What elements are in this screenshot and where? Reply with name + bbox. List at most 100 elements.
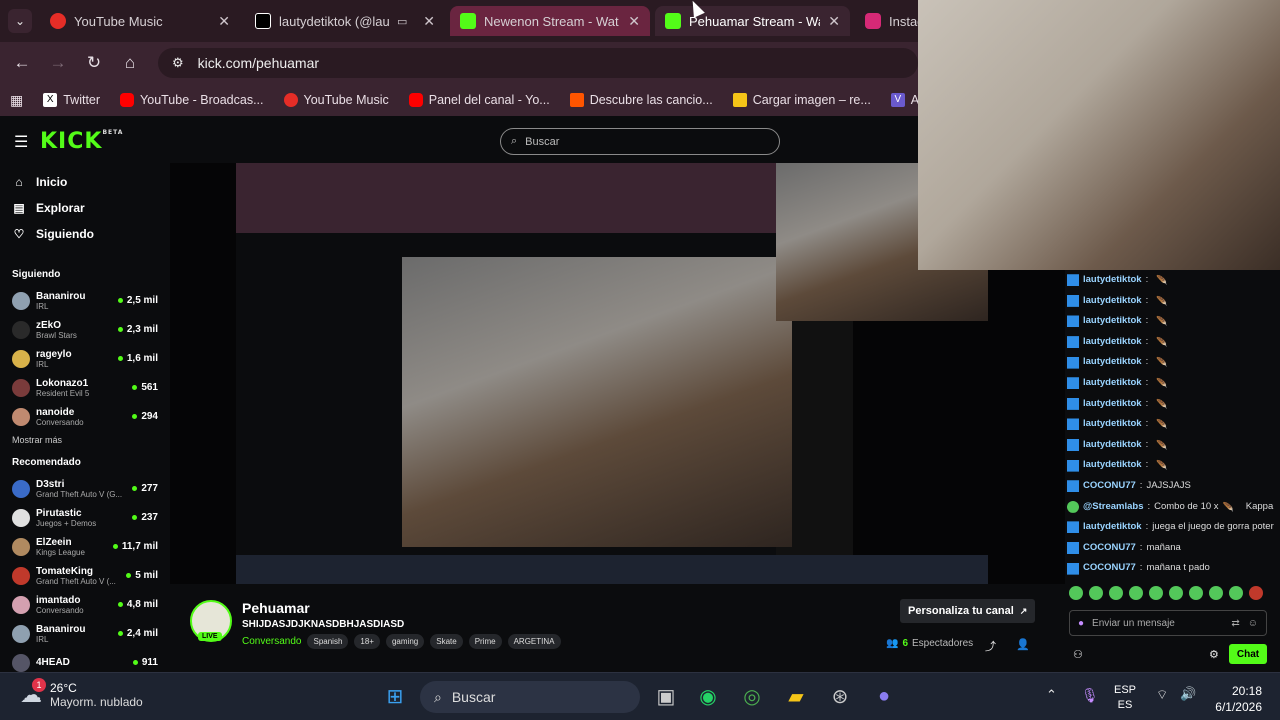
obs-icon[interactable]: ⊛ [825,681,855,711]
sidebar-channel-zeko[interactable]: zEkO Brawl Stars 2,3 mil [0,315,170,344]
sidebar-channel-tomateking[interactable]: TomateKing Grand Theft Auto V (... 5 mil [0,561,170,590]
chat-username[interactable]: lautydetiktok [1083,414,1142,435]
file-explorer-icon[interactable]: ▰ [781,681,811,711]
chat-username[interactable]: @Streamlabs [1083,497,1143,518]
whatsapp-icon[interactable]: ◉ [693,681,723,711]
emoji-icon[interactable]: ☺ [1248,618,1258,629]
volume-icon[interactable]: 🔊 [1180,686,1196,702]
nav-explorar[interactable]: ▤ Explorar [0,195,170,221]
emote-icon[interactable] [1249,586,1263,600]
mic-icon[interactable]: ● [1078,618,1084,629]
bookmark-youtube-music[interactable]: YouTube Music [274,93,399,107]
streamer-name[interactable]: Pehuamar [242,600,310,616]
tag-18[interactable]: 18+ [354,634,380,649]
site-info-icon[interactable]: ⚙ [172,55,184,71]
chat-username[interactable]: lautydetiktok [1083,517,1142,538]
chat-username[interactable]: lautydetiktok [1083,435,1142,456]
emote-icon[interactable] [1149,586,1163,600]
emote-icon[interactable] [1189,586,1203,600]
tab-pehuamar[interactable]: Pehuamar Stream - Watc ✕ [655,6,850,36]
sidebar-channel-nanoide[interactable]: nanoide Conversando 294 [0,402,170,431]
sidebar-channel-lokonazo1[interactable]: Lokonazo1 Resident Evil 5 561 [0,373,170,402]
bookmark-panel-canal[interactable]: Panel del canal - Yo... [399,93,560,107]
emote-icon[interactable] [1209,586,1223,600]
chat-username[interactable]: lautydetiktok [1083,332,1142,353]
emote-icon[interactable] [1229,586,1243,600]
sidebar-channel-pirutastic[interactable]: Pirutastic Juegos + Demos 237 [0,503,170,532]
emote-icon[interactable] [1069,586,1083,600]
windows-start-icon[interactable]: ⊞ [380,681,410,711]
chat-username[interactable]: COCONU77 [1083,538,1136,559]
points-icon[interactable]: ⚇ [1073,648,1083,661]
stream-category[interactable]: Conversando [242,636,301,647]
chrome-icon[interactable]: ◎ [737,681,767,711]
send-chat-button[interactable]: Chat [1229,644,1267,664]
wifi-icon[interactable]: ⌔ [1156,687,1168,703]
close-icon[interactable]: ✕ [218,13,230,30]
language-indicator[interactable]: ESP ES [1114,683,1136,713]
chat-username[interactable]: lautydetiktok [1083,270,1142,291]
chat-username[interactable]: COCONU77 [1083,476,1136,497]
chat-username[interactable]: lautydetiktok [1083,311,1142,332]
sidebar-channel-bananirou[interactable]: Bananirou IRL 2,4 mil [0,619,170,648]
close-icon[interactable]: ✕ [423,13,435,30]
gear-icon[interactable]: ⚙ [1209,648,1219,661]
tag-prime[interactable]: Prime [468,634,502,649]
show-more-link[interactable]: Mostrar más [0,431,170,449]
sidebar-channel-bananirou[interactable]: Bananirou IRL 2,5 mil [0,286,170,315]
close-icon[interactable]: ✕ [628,13,640,30]
tab-instagram[interactable]: Instag [855,6,918,36]
tab-newenon[interactable]: Newenon Stream - Watc ✕ [450,6,650,36]
close-icon[interactable]: ✕ [828,13,840,30]
sidebar-channel-rageylo[interactable]: rageylo IRL 1,6 mil [0,344,170,373]
sidebar-channel-d3stri[interactable]: D3stri Grand Theft Auto V (G... 277 [0,474,170,503]
chevron-up-icon[interactable]: ⌃ [1046,687,1057,703]
tab-tiktok[interactable]: lautydetiktok (@lauty ▭ ✕ [245,6,445,36]
video-frame[interactable] [236,163,988,584]
task-view-icon[interactable]: ▣ [651,681,681,711]
reload-icon[interactable]: ↻ [76,53,112,73]
chat-username[interactable]: lautydetiktok [1083,352,1142,373]
mic-icon[interactable]: 🎙 [1081,687,1099,704]
follow-user-icon[interactable]: 👤 [1016,638,1030,651]
sidebar-channel-elzeein[interactable]: ElZeein Kings League 11,7 mil [0,532,170,561]
emote-icon[interactable] [1089,586,1103,600]
emote-icon[interactable] [1129,586,1143,600]
bookmark-twitter[interactable]: X Twitter [33,93,110,107]
sidebar-channel-imantado[interactable]: imantado Conversando 4,8 mil [0,590,170,619]
customize-channel-button[interactable]: Personaliza tu canal ↗ [900,599,1036,623]
bookmark-youtube-broadcast[interactable]: YouTube - Broadcas... [110,93,273,107]
chat-username[interactable]: lautydetiktok [1083,394,1142,415]
translate-icon[interactable]: ⇄ [1231,618,1239,629]
share-icon[interactable]: ⤴ [985,638,996,654]
chat-app-icon[interactable]: ● [869,681,899,711]
chat-username[interactable]: COCONU77 [1083,558,1136,579]
chat-username[interactable]: lautydetiktok [1083,455,1142,476]
weather-widget[interactable]: ☁ 1 26°C Mayorm. nublado [20,678,143,709]
home-icon[interactable]: ⌂ [112,53,148,73]
clock[interactable]: 20:18 6/1/2026 [1206,683,1262,715]
back-arrow-icon[interactable]: ← [4,53,40,73]
taskbar-search[interactable]: ⌕ Buscar [420,681,640,713]
kick-logo[interactable]: KICKBETA [40,129,123,154]
nav-siguiendo[interactable]: ♡ Siguiendo [0,221,170,247]
tab-youtube-music[interactable]: YouTube Music ✕ [40,6,240,36]
bookmark-soundcloud[interactable]: Descubre las cancio... [560,93,723,107]
sidebar-channel-4head[interactable]: 4HEAD 911 [0,648,170,673]
tab-search-button[interactable]: ⌄ [8,9,32,33]
emote-icon[interactable] [1109,586,1123,600]
menu-icon[interactable]: ☰ [14,132,28,152]
chat-username[interactable]: lautydetiktok [1083,373,1142,394]
chat-username[interactable]: lautydetiktok [1083,291,1142,312]
bookmark-cargar-imagen[interactable]: Cargar imagen – re... [723,93,881,107]
tag-skate[interactable]: Skate [430,634,463,649]
tag-spanish[interactable]: Spanish [307,634,349,649]
tag-gaming[interactable]: gaming [385,634,425,649]
tag-argetina[interactable]: ARGETINA [507,634,561,649]
url-field[interactable]: ⚙ kick.com/pehuamar [158,48,918,78]
search-input[interactable]: ⌕ Buscar [500,128,780,155]
emote-icon[interactable] [1169,586,1183,600]
apps-grid-icon[interactable]: ▦ [0,92,33,109]
nav-inicio[interactable]: ⌂ Inicio [0,169,170,195]
forward-arrow-icon[interactable]: → [40,53,76,73]
